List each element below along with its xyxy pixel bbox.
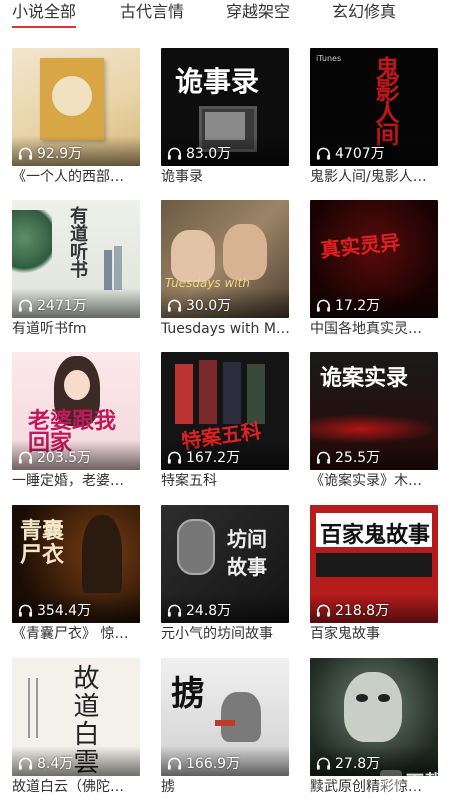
headphones-icon bbox=[316, 299, 331, 312]
headphones-icon bbox=[18, 604, 33, 617]
book-card[interactable]: Tuesdays with 30.0万 Tuesdays with M… bbox=[161, 200, 290, 337]
book-title: 特案五科 bbox=[161, 473, 217, 489]
book-cover: 青囊尸衣 354.4万 bbox=[12, 505, 140, 623]
headphones-icon bbox=[316, 147, 331, 160]
headphones-icon bbox=[18, 451, 33, 464]
book-title: 掳 bbox=[161, 779, 175, 795]
book-cover: 掳 166.9万 bbox=[161, 658, 289, 776]
book-cover: 特案五科 167.2万 bbox=[161, 352, 289, 470]
play-count: 2471万 bbox=[18, 298, 87, 314]
headphones-icon bbox=[167, 757, 182, 770]
book-cover: 诡事录 83.0万 bbox=[161, 48, 289, 166]
book-title: 一睡定婚，老婆… bbox=[12, 473, 124, 489]
book-title: 鬼影人间/鬼影人… bbox=[310, 169, 427, 185]
book-cover: 百家鬼故事 218.8万 bbox=[310, 505, 438, 623]
book-cover: Tuesdays with 30.0万 bbox=[161, 200, 289, 318]
headphones-icon bbox=[167, 451, 182, 464]
play-count: 27.8万 bbox=[316, 756, 380, 772]
book-title: 百家鬼故事 bbox=[310, 626, 380, 642]
play-count: 30.0万 bbox=[167, 298, 231, 314]
play-count: 25.5万 bbox=[316, 450, 380, 466]
play-count: 166.9万 bbox=[167, 756, 240, 772]
play-count: 354.4万 bbox=[18, 603, 91, 619]
headphones-icon bbox=[18, 147, 33, 160]
headphones-icon bbox=[316, 451, 331, 464]
book-card[interactable]: 故道白雲 8.4万 故道白云（佛陀… bbox=[12, 658, 140, 795]
book-title: 中国各地真实灵… bbox=[310, 321, 422, 337]
book-card[interactable]: 诡事录 83.0万 诡事录 bbox=[161, 48, 289, 185]
book-card[interactable]: 真实灵异 17.2万 中国各地真实灵… bbox=[310, 200, 438, 337]
site-logo-icon bbox=[380, 770, 402, 792]
headphones-icon bbox=[167, 147, 182, 160]
audiobook-grid: 92.9万 《一个人的西部… 诡事录 83.0万 诡事录 iTunes 鬼影人间 bbox=[0, 0, 450, 800]
book-cover: 坊间故事 24.8万 bbox=[161, 505, 289, 623]
play-count: 17.2万 bbox=[316, 298, 380, 314]
book-title: 《一个人的西部… bbox=[12, 169, 124, 185]
book-title: 故道白云（佛陀… bbox=[12, 779, 124, 795]
headphones-icon bbox=[316, 757, 331, 770]
book-title: 有道听书fm bbox=[12, 321, 87, 337]
play-count: 83.0万 bbox=[167, 146, 231, 162]
play-count: 4707万 bbox=[316, 146, 385, 162]
play-count: 218.8万 bbox=[316, 603, 389, 619]
play-count: 92.9万 bbox=[18, 146, 82, 162]
download-watermark: 下载 bbox=[380, 768, 442, 794]
itunes-badge: iTunes bbox=[316, 54, 342, 63]
play-count: 203.5万 bbox=[18, 450, 91, 466]
book-title: 《诡案实录》木… bbox=[310, 473, 422, 489]
play-count: 167.2万 bbox=[167, 450, 240, 466]
book-title: 元小气的坊间故事 bbox=[161, 626, 273, 642]
headphones-icon bbox=[167, 604, 182, 617]
book-card[interactable]: 百家鬼故事 218.8万 百家鬼故事 bbox=[310, 505, 438, 642]
book-cover: iTunes 鬼影人间 4707万 bbox=[310, 48, 438, 166]
book-cover: 有道听书 2471万 bbox=[12, 200, 140, 318]
book-card[interactable]: 有道听书 2471万 有道听书fm bbox=[12, 200, 140, 337]
book-card[interactable]: 诡案实录 25.5万 《诡案实录》木… bbox=[310, 352, 438, 489]
play-count: 24.8万 bbox=[167, 603, 231, 619]
book-title: 《青囊尸衣》 惊… bbox=[12, 626, 129, 642]
book-title: Tuesdays with M… bbox=[161, 321, 290, 337]
book-card[interactable]: 特案五科 167.2万 特案五科 bbox=[161, 352, 289, 489]
play-count: 8.4万 bbox=[18, 756, 73, 772]
book-card[interactable]: 掳 166.9万 掳 bbox=[161, 658, 289, 795]
book-cover: 故道白雲 8.4万 bbox=[12, 658, 140, 776]
book-card[interactable]: iTunes 鬼影人间 4707万 鬼影人间/鬼影人… bbox=[310, 48, 438, 185]
headphones-icon bbox=[18, 299, 33, 312]
headphones-icon bbox=[18, 757, 33, 770]
book-title: 诡事录 bbox=[161, 169, 203, 185]
headphones-icon bbox=[316, 604, 331, 617]
book-card[interactable]: 92.9万 《一个人的西部… bbox=[12, 48, 140, 185]
book-cover: 老婆跟我回家 203.5万 bbox=[12, 352, 140, 470]
book-cover: 27.8万 bbox=[310, 658, 438, 776]
headphones-icon bbox=[167, 299, 182, 312]
book-card[interactable]: 老婆跟我回家 203.5万 一睡定婚，老婆… bbox=[12, 352, 140, 489]
book-card[interactable]: 青囊尸衣 354.4万 《青囊尸衣》 惊… bbox=[12, 505, 140, 642]
book-cover: 92.9万 bbox=[12, 48, 140, 166]
book-cover: 诡案实录 25.5万 bbox=[310, 352, 438, 470]
book-cover: 真实灵异 17.2万 bbox=[310, 200, 438, 318]
book-card[interactable]: 坊间故事 24.8万 元小气的坊间故事 bbox=[161, 505, 289, 642]
